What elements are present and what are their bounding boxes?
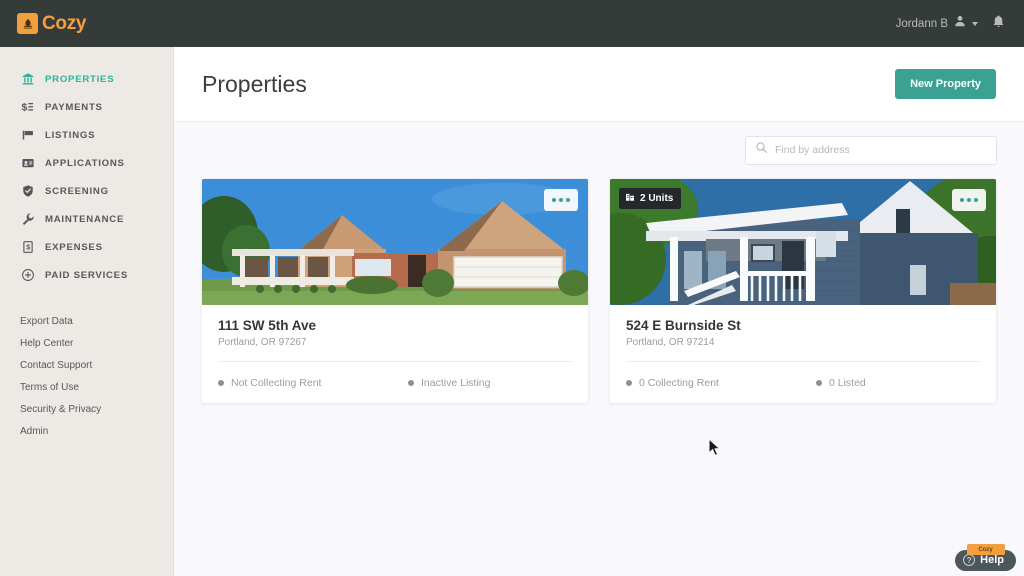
sidebar-item-payments[interactable]: $ PAYMENTS (0, 93, 173, 121)
sidebar-item-screening[interactable]: SCREENING (0, 177, 173, 205)
property-info: 111 SW 5th Ave Portland, OR 97267 (202, 305, 588, 348)
status-dot-icon (218, 379, 224, 386)
sidebar-item-label: APPLICATIONS (45, 157, 125, 169)
property-address: 111 SW 5th Ave (218, 318, 317, 333)
sidebar-link-security-privacy[interactable]: Security & Privacy (20, 399, 173, 421)
sidebar: PROPERTIES $ PAYMENTS LISTINGS APPLICATI… (0, 47, 174, 576)
status-label: Not Collecting Rent (231, 376, 322, 389)
app-root: Cozy Jordann B PROPERTIES $ PAYMENTS LIS… (0, 0, 1024, 576)
status-dot-icon (816, 379, 822, 386)
property-menu-button[interactable] (544, 189, 578, 211)
sidebar-link-help-center[interactable]: Help Center (20, 333, 173, 355)
top-navigation-bar: Cozy Jordann B (0, 0, 1024, 47)
id-card-icon (20, 156, 35, 171)
property-rent-status: Not Collecting Rent (218, 377, 408, 389)
ellipsis-icon (559, 198, 563, 202)
brand-name: Cozy (42, 12, 87, 34)
search-box[interactable] (745, 135, 997, 165)
sidebar-item-listings[interactable]: LISTINGS (0, 121, 173, 149)
property-card[interactable]: 111 SW 5th Ave Portland, OR 97267 Not Co… (201, 178, 589, 404)
ellipsis-icon (566, 198, 570, 202)
help-badge-label: Cozy (978, 546, 993, 553)
property-listing-status: 0 Listed (816, 377, 866, 389)
help-widget[interactable]: Cozy ? Help (955, 544, 1016, 571)
sidebar-item-label: EXPENSES (45, 241, 103, 253)
ellipsis-icon (974, 198, 978, 202)
property-card[interactable]: 2 Units 524 E Burnside St Portland, OR 9… (609, 178, 997, 404)
property-address: 524 E Burnside St (626, 318, 741, 333)
sidebar-item-label: MAINTENANCE (45, 213, 125, 225)
property-city-state-zip: Portland, OR 97214 (626, 337, 715, 348)
svg-text:$: $ (21, 102, 27, 114)
search-icon (755, 141, 768, 159)
page-header: Properties New Property (174, 47, 1024, 122)
sidebar-link-admin[interactable]: Admin (20, 421, 173, 443)
sidebar-link-export-data[interactable]: Export Data (20, 311, 173, 333)
question-mark-icon: ? (963, 554, 976, 566)
property-stats: Not Collecting Rent Inactive Listing (218, 361, 572, 403)
brand-logo[interactable]: Cozy (17, 12, 87, 35)
sidebar-item-label: PAYMENTS (45, 101, 103, 113)
plus-circle-icon (20, 268, 35, 283)
property-info: 524 E Burnside St Portland, OR 97214 (610, 305, 996, 348)
status-dot-icon (626, 379, 632, 386)
sidebar-divider-space (0, 289, 173, 305)
property-menu-button[interactable] (952, 189, 986, 211)
dollar-list-icon: $ (20, 100, 35, 115)
properties-toolbar (174, 122, 1024, 178)
user-avatar-icon (953, 14, 967, 33)
sidebar-secondary-links: Export Data Help Center Contact Support … (0, 305, 173, 443)
property-rent-status: 0 Collecting Rent (626, 377, 816, 389)
sidebar-item-label: PAID SERVICES (45, 269, 128, 281)
sidebar-link-terms-of-use[interactable]: Terms of Use (20, 377, 173, 399)
sidebar-item-expenses[interactable]: $ EXPENSES (0, 233, 173, 261)
topbar-right-actions: Jordann B (896, 14, 1006, 34)
sidebar-item-maintenance[interactable]: MAINTENANCE (0, 205, 173, 233)
campfire-icon (17, 13, 38, 34)
search-input[interactable] (775, 144, 987, 156)
mouse-cursor (708, 437, 722, 463)
status-label: Inactive Listing (421, 376, 491, 389)
svg-text:$: $ (26, 245, 30, 252)
bell-icon[interactable] (991, 14, 1006, 34)
property-photo-ranch-house (202, 179, 588, 305)
sidebar-item-label: LISTINGS (45, 129, 96, 141)
chevron-down-icon (972, 21, 978, 26)
property-listing-status: Inactive Listing (408, 377, 490, 389)
user-name-label: Jordann B (895, 17, 948, 30)
property-photo-blue-house: 2 Units (610, 179, 996, 305)
ellipsis-icon (967, 198, 971, 202)
ellipsis-icon (960, 198, 964, 202)
units-badge: 2 Units (619, 188, 682, 209)
receipt-icon: $ (20, 240, 35, 255)
sidebar-item-label: PROPERTIES (45, 73, 115, 85)
sidebar-item-label: SCREENING (45, 185, 109, 197)
status-label: 0 Listed (829, 376, 866, 389)
property-stats: 0 Collecting Rent 0 Listed (626, 361, 980, 403)
flag-icon (20, 128, 35, 143)
status-dot-icon (408, 379, 414, 386)
sidebar-link-contact-support[interactable]: Contact Support (20, 355, 173, 377)
bank-building-icon (20, 72, 35, 87)
new-property-button[interactable]: New Property (895, 69, 996, 99)
help-brand-badge: Cozy (966, 544, 1005, 555)
units-badge-label: 2 Units (640, 193, 674, 204)
sidebar-item-properties[interactable]: PROPERTIES (0, 65, 173, 93)
ellipsis-icon (552, 198, 556, 202)
page-title: Properties (202, 70, 307, 97)
help-button-label: Help (980, 554, 1004, 566)
sidebar-item-paid-services[interactable]: PAID SERVICES (0, 261, 173, 289)
user-menu[interactable]: Jordann B (896, 14, 978, 33)
property-city-state-zip: Portland, OR 97267 (218, 337, 307, 348)
building-icon (625, 192, 635, 205)
sidebar-item-applications[interactable]: APPLICATIONS (0, 149, 173, 177)
wrench-icon (20, 212, 35, 227)
shield-check-icon (20, 184, 35, 199)
properties-grid: 111 SW 5th Ave Portland, OR 97267 Not Co… (174, 178, 1024, 404)
status-label: 0 Collecting Rent (639, 376, 719, 389)
main-content: Properties New Property Find by address … (174, 47, 1024, 576)
